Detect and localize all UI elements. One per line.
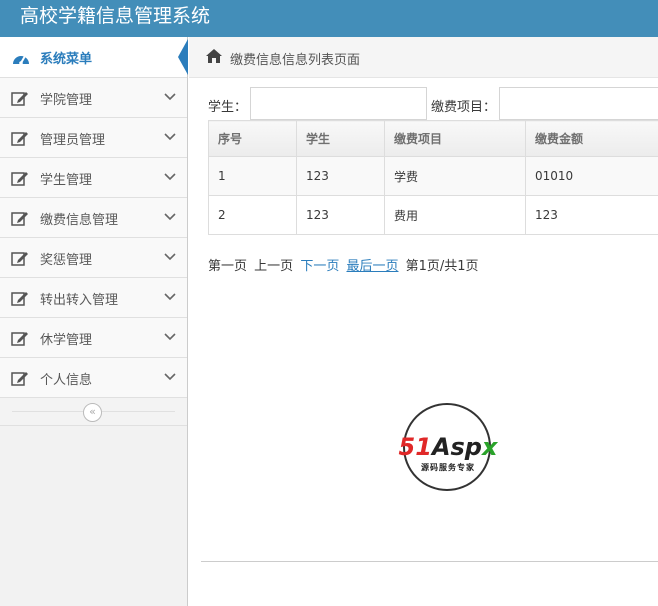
main-content: 缴费信息信息列表页面 学生： 缴费项目： 序号 学生 缴费项目 缴费金额 1 1… [189, 37, 658, 606]
edit-icon [11, 250, 29, 270]
collapse-sidebar-button[interactable]: « [83, 403, 102, 422]
sidebar-item-suspension[interactable]: 休学管理 [0, 318, 187, 358]
watermark-logo: 51Aspx 源码服务专家 [385, 401, 511, 493]
logo-brand-green: x [481, 433, 498, 461]
sidebar-item-label: 缴费信息管理 [40, 213, 119, 228]
chevron-down-icon [164, 290, 176, 306]
cell-item: 学费 [384, 156, 526, 196]
chevron-down-icon [164, 170, 176, 186]
table-row: 1 123 学费 01010 [208, 156, 658, 196]
top-bar: 高校学籍信息管理系统 [0, 0, 658, 37]
sidebar-item-label: 个人信息 [40, 373, 93, 388]
home-icon[interactable] [205, 48, 223, 68]
logo-brand-red: 51 [398, 433, 432, 461]
payment-item-label: 缴费项目： [431, 100, 497, 115]
payment-table: 序号 学生 缴费项目 缴费金额 1 123 学费 01010 2 123 费用 … [208, 120, 658, 235]
pagination: 第一页 上一页 下一页 最后一页 第1页/共1页 [208, 255, 482, 274]
sidebar-item-payment[interactable]: 缴费信息管理 [0, 198, 187, 238]
edit-icon [11, 370, 29, 390]
chevron-down-icon [164, 250, 176, 266]
table-row: 2 123 费用 123 [208, 195, 658, 235]
cell-index: 2 [208, 195, 297, 235]
breadcrumb: 缴费信息信息列表页面 [189, 37, 658, 78]
dashboard-icon [11, 50, 31, 70]
chevron-down-icon [164, 90, 176, 106]
sidebar-item-label: 奖惩管理 [40, 253, 93, 268]
first-page-text: 第一页 [208, 259, 248, 274]
prev-page-text: 上一页 [254, 259, 294, 274]
sidebar-item-label: 管理员管理 [40, 133, 106, 148]
sidebar-item-label: 转出转入管理 [40, 293, 119, 308]
edit-icon [11, 170, 29, 190]
edit-icon [11, 290, 29, 310]
sidebar-item-profile[interactable]: 个人信息 [0, 358, 187, 398]
edit-icon [11, 330, 29, 350]
sidebar-item-admin[interactable]: 管理员管理 [0, 118, 187, 158]
sidebar-item-rewards[interactable]: 奖惩管理 [0, 238, 187, 278]
payment-item-input[interactable] [499, 87, 658, 120]
sidebar-item-transfer[interactable]: 转出转入管理 [0, 278, 187, 318]
logo-brand-dark: Asp [431, 433, 482, 461]
sidebar-item-student[interactable]: 学生管理 [0, 158, 187, 198]
sidebar-header-label: 系统菜单 [40, 52, 93, 67]
cell-student: 123 [296, 156, 385, 196]
app-title: 高校学籍信息管理系统 [20, 5, 211, 27]
divider [201, 561, 658, 562]
page-info: 第1页/共1页 [405, 259, 479, 274]
logo-brand: 51Aspx [385, 433, 511, 461]
chevron-down-icon [164, 130, 176, 146]
sidebar-collapse-bar: « [0, 398, 187, 426]
cell-index: 1 [208, 156, 297, 196]
cell-student: 123 [296, 195, 385, 235]
sidebar: 系统菜单 学院管理 管理员管理 学生管理 缴费信息管理 奖惩管理 转出转入管理 … [0, 37, 188, 606]
last-page-link[interactable]: 最后一页 [346, 259, 398, 274]
chevron-down-icon [164, 330, 176, 346]
cell-item: 费用 [384, 195, 526, 235]
table-header-row: 序号 学生 缴费项目 缴费金额 [208, 120, 658, 157]
student-input[interactable] [250, 87, 427, 120]
column-header-student: 学生 [296, 120, 385, 157]
cell-amount: 123 [525, 195, 658, 235]
sidebar-item-label: 学生管理 [40, 173, 93, 188]
search-form: 学生： 缴费项目： [189, 87, 658, 121]
sidebar-item-label: 学院管理 [40, 93, 93, 108]
sidebar-header[interactable]: 系统菜单 [0, 37, 188, 78]
edit-icon [11, 90, 29, 110]
column-header-amount: 缴费金额 [525, 120, 658, 157]
breadcrumb-text: 缴费信息信息列表页面 [230, 53, 361, 68]
chevron-down-icon [164, 210, 176, 226]
next-page-link[interactable]: 下一页 [300, 259, 339, 274]
column-header-item: 缴费项目 [384, 120, 526, 157]
edit-icon [11, 130, 29, 150]
active-indicator [178, 39, 188, 75]
chevron-down-icon [164, 370, 176, 386]
sidebar-item-college[interactable]: 学院管理 [0, 78, 187, 118]
logo-subtitle: 源码服务专家 [421, 463, 475, 472]
column-header-index: 序号 [208, 120, 297, 157]
student-label: 学生： [208, 100, 248, 115]
cell-amount: 01010 [525, 156, 658, 196]
sidebar-item-label: 休学管理 [40, 333, 93, 348]
edit-icon [11, 210, 29, 230]
